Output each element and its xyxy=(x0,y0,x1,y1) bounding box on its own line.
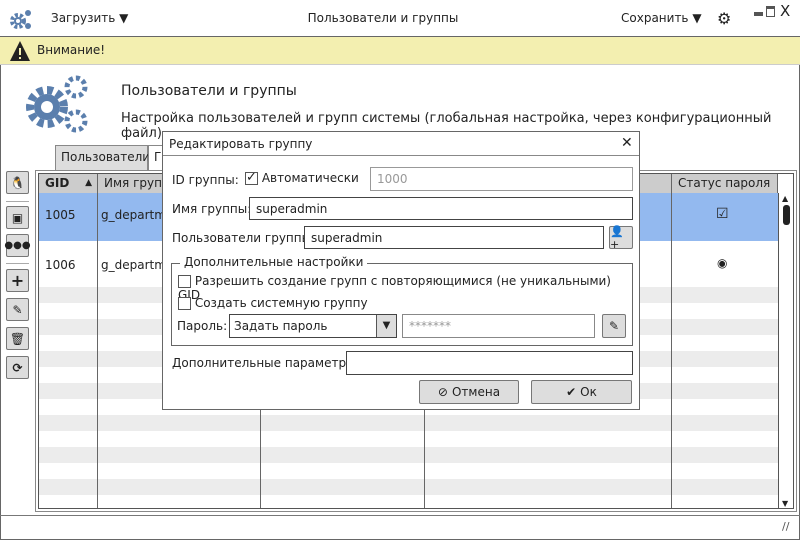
system-group-label: Создать системную группу xyxy=(194,296,368,310)
page-title: Пользователи и группы xyxy=(121,83,297,99)
checkmark-icon: ✓ xyxy=(245,170,258,185)
password-mode-select[interactable]: Задать пароль ▼ xyxy=(229,314,397,338)
dialog-title-bar: Редактировать группу ✕ xyxy=(163,132,639,156)
extra-params-label: Дополнительные параметры: xyxy=(172,356,360,370)
cell-gid: 1005 xyxy=(45,208,76,222)
cell-gid: 1006 xyxy=(45,258,76,272)
cell-name: g_departm xyxy=(101,258,166,272)
maximize-button[interactable] xyxy=(766,6,775,17)
save-menu[interactable]: Сохранить ▼ xyxy=(621,11,702,25)
cell-name: g_departm xyxy=(101,208,166,222)
tab-groups-label: Г xyxy=(154,150,162,164)
close-button[interactable]: X xyxy=(780,2,790,20)
warning-bar: Внимание! xyxy=(0,37,800,65)
gid-label: ID группы: xyxy=(172,173,239,187)
password-set-checkbox-icon: ☑ xyxy=(716,206,729,222)
password-label: Пароль: xyxy=(177,319,228,333)
refresh-icon: ⟳ xyxy=(12,360,23,375)
dialog-close-button[interactable]: ✕ xyxy=(621,135,633,151)
users-button[interactable]: ▣ xyxy=(6,206,29,229)
column-header-gid[interactable]: GID ▲ xyxy=(39,174,98,193)
save-label: Сохранить xyxy=(621,11,689,25)
linux-button[interactable]: 🐧 xyxy=(6,171,29,194)
groups-button[interactable]: ●●● xyxy=(4,234,31,257)
pencil-icon: ✎ xyxy=(608,319,620,333)
title-bar: Загрузить ▼ Пользователи и группы Сохран… xyxy=(0,0,800,37)
resize-grip-icon[interactable]: // xyxy=(782,520,789,533)
ok-button[interactable]: ✔ Ок xyxy=(531,380,632,404)
group-users-label: Пользователи группы: xyxy=(172,231,316,245)
scroll-down-icon[interactable]: ▼ xyxy=(782,499,788,508)
vertical-scrollbar[interactable]: ▲ ▼ xyxy=(778,193,793,508)
status-bar-divider xyxy=(0,515,800,516)
group-icon: ●●● xyxy=(4,240,31,251)
ok-label: Ок xyxy=(580,385,597,399)
password-input[interactable]: ******* xyxy=(402,314,595,338)
cancel-label: Отмена xyxy=(451,385,501,399)
warning-text: Внимание! xyxy=(37,43,106,57)
system-group-checkbox[interactable]: Создать системную группу xyxy=(178,296,368,310)
refresh-button[interactable]: ⟳ xyxy=(6,356,29,379)
settings-gears-icon xyxy=(26,75,88,133)
edit-button[interactable]: ✎ xyxy=(6,298,29,321)
chevron-down-icon: ▼ xyxy=(376,315,396,337)
extra-settings-group: Дополнительные настройки Разрешить созда… xyxy=(171,255,633,346)
minimize-button[interactable] xyxy=(754,12,763,16)
gear-icon[interactable]: ⚙ xyxy=(717,9,731,28)
password-mode-value: Задать пароль xyxy=(234,319,328,333)
scrollbar-thumb[interactable] xyxy=(783,205,790,225)
contact-icon: ▣ xyxy=(11,210,24,225)
password-radio-icon: ◉ xyxy=(717,256,728,270)
cancel-button[interactable]: ⊘ Отмена xyxy=(419,380,519,404)
edit-password-button[interactable]: ✎ xyxy=(602,314,626,338)
add-button[interactable]: + xyxy=(6,269,29,292)
penguin-icon: 🐧 xyxy=(10,175,25,190)
gid-input[interactable]: 1000 xyxy=(370,167,633,191)
extra-settings-label: Дополнительные настройки xyxy=(180,255,368,269)
divider xyxy=(6,263,29,264)
add-user-icon: 👤+ xyxy=(610,224,624,251)
group-name-label: Имя группы: xyxy=(172,202,252,216)
column-header-password-status[interactable]: Статус пароля xyxy=(672,174,778,193)
auto-gid-label: Автоматически xyxy=(261,171,359,185)
delete-button[interactable]: 🗑 xyxy=(6,327,29,350)
sort-asc-icon: ▲ xyxy=(85,178,92,188)
plus-icon: + xyxy=(10,271,25,290)
edit-group-dialog: Редактировать группу ✕ ID группы: ✓ Авто… xyxy=(162,131,640,410)
check-icon: ✔ xyxy=(566,385,577,399)
divider xyxy=(6,201,29,202)
group-users-input[interactable]: superadmin xyxy=(304,226,604,249)
extra-params-input[interactable] xyxy=(346,351,633,375)
edit-icon: ✎ xyxy=(12,302,23,317)
add-user-button[interactable]: 👤+ xyxy=(609,224,633,251)
chevron-down-icon: ▼ xyxy=(692,11,702,25)
group-name-input[interactable]: superadmin xyxy=(249,197,633,220)
trash-icon: 🗑 xyxy=(9,331,26,346)
dialog-title: Редактировать группу xyxy=(169,137,313,151)
tab-users[interactable]: Пользователи xyxy=(55,145,151,171)
cancel-icon: ⊘ xyxy=(437,385,448,399)
auto-gid-checkbox[interactable]: ✓ Автоматически xyxy=(245,171,359,185)
warning-icon xyxy=(10,41,30,61)
tab-users-label: Пользователи xyxy=(61,150,151,164)
scroll-up-icon[interactable]: ▲ xyxy=(782,194,788,203)
